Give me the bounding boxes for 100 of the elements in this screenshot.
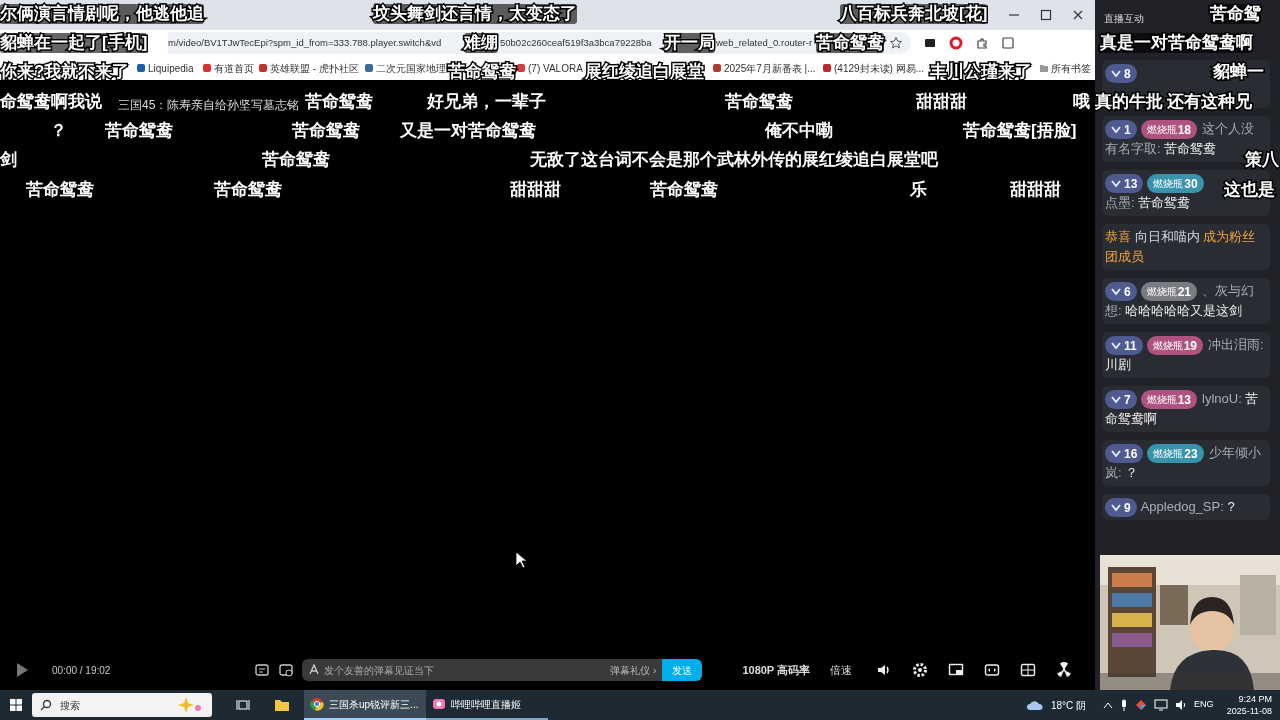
danmaku-comment: 苦命鸳鸯 (292, 121, 360, 141)
microphone-icon[interactable] (1120, 699, 1129, 711)
danmaku-comment: 苦命鸳鸯 (305, 92, 373, 112)
clock-date: 2025-11-08 (1226, 705, 1272, 717)
settings-icon[interactable] (912, 662, 929, 678)
network-icon[interactable] (1154, 699, 1169, 711)
picture-in-picture-icon[interactable] (948, 662, 965, 678)
windows-icon[interactable] (9, 698, 23, 712)
chevron-icon (1111, 503, 1121, 512)
medal-badge: 燃烧瓶23 (1147, 444, 1204, 464)
chat-username: 这个人没 (1202, 121, 1255, 136)
chat-username: 少年倾小 (1208, 445, 1261, 461)
danmaku-comment: 这也是 (1224, 180, 1275, 200)
search-placeholder: 搜索 (60, 698, 80, 713)
bookmark-link[interactable]: 2025年7月新番表 |... (724, 60, 816, 76)
widescreen-icon[interactable] (984, 662, 1001, 678)
chat-username: 、灰与幻 (1202, 283, 1255, 299)
bookmark-icon[interactable] (516, 63, 526, 73)
chat-text: 苦命鸳鸯 (1138, 195, 1191, 211)
taskbar-app[interactable]: 哔哩哔哩直播姬 (426, 690, 548, 720)
language-indicator[interactable]: ENG (1194, 698, 1214, 712)
chat-username: 冲出泪雨: (1208, 337, 1264, 353)
extension-icon[interactable] (923, 36, 937, 50)
fan-level-badge: 7 (1105, 390, 1137, 410)
fan-level-badge: 1 (1105, 120, 1137, 140)
danmaku-toggle-icon[interactable] (254, 662, 271, 678)
chat-text: 川剧 (1105, 357, 1131, 373)
danmaku-comment: 苦命鸳鸯[捂脸] (963, 121, 1077, 141)
chevron-icon (1111, 341, 1121, 350)
chat-text: 苦命鸳鸯 (1164, 141, 1217, 157)
star-icon[interactable] (889, 36, 903, 50)
bookmark-link[interactable]: (7) VALORA (528, 60, 583, 76)
danmaku-comment: 好兄弟，一辈子 (427, 92, 546, 112)
bookmark-link[interactable]: Liquipedia (148, 60, 194, 76)
bookmark-link[interactable]: 英雄联盟 - 虎扑社区 (270, 60, 359, 76)
danmaku-comment: 哦 真的牛批 还有这种兄 (1073, 92, 1253, 112)
notice-text: 恭喜 向日和喵内 成为粉丝团成员 (1105, 229, 1256, 265)
bookmark-link[interactable]: 有道首页 (214, 60, 254, 76)
bookmark-link[interactable]: (4129封未读) 网易... (834, 60, 925, 76)
medal-badge: 燃烧瓶19 (1146, 336, 1204, 356)
danmaku-comment: 甜甜甜 (916, 92, 967, 112)
danmaku-comment: 尔俩演言情剧呢，他逃他追 (0, 4, 204, 24)
app-icon (432, 697, 446, 711)
fan-level-badge: 16 (1105, 444, 1144, 464)
bookmark-link[interactable]: 所有书签 (1051, 60, 1091, 76)
folder-icon[interactable] (274, 698, 290, 712)
url-text: m/video/BV1TJwTecEpi?spm_id_from=333.788.player.switch&vd (168, 36, 442, 48)
quality-button[interactable]: 1080P 高码率 (742, 661, 811, 679)
chevron-up-icon[interactable] (1103, 701, 1114, 709)
danmaku-settings-icon[interactable] (278, 662, 295, 678)
fullscreen-icon[interactable] (1020, 662, 1037, 678)
url-text: 50b02c260ceaf519f3a3bca79228ba (500, 36, 652, 48)
fan-level-badge: 13 (1105, 174, 1144, 194)
taskbar-app[interactable]: 三国杀up锐评新三... (304, 690, 426, 720)
danmaku-comment: 又是一对苦命鸳鸯 (400, 121, 536, 141)
danmaku-input[interactable]: 发个友善的弹幕见证当下 弹幕礼仪 › (302, 659, 663, 681)
fan-level-badge: 6 (1105, 282, 1137, 302)
chevron-icon (1111, 69, 1121, 78)
fan-level-badge: 11 (1105, 336, 1143, 356)
danmaku-comment: 苦命鸳 (1210, 4, 1261, 24)
danmaku-comment: 苦命鸳鸯 (650, 180, 718, 200)
puzzle-icon[interactable] (975, 36, 989, 50)
play-icon[interactable] (14, 662, 30, 678)
chevron-icon (1111, 395, 1121, 404)
danmaku-comment: 貂蝉一 (1213, 62, 1264, 82)
danmaku-comment: 乐 (910, 180, 927, 200)
radiation-icon[interactable] (1056, 662, 1073, 678)
app-tray-icon[interactable] (1135, 699, 1148, 711)
text-style-icon[interactable] (308, 664, 321, 676)
danmaku-comment: 真是一对苦命鸳鸯啊 (1100, 33, 1253, 53)
danmaku-comment: 甜甜甜 (510, 180, 561, 200)
cloud-icon (1026, 699, 1044, 711)
fan-level-badge: 9 (1105, 498, 1137, 518)
search-field[interactable]: 搜索 (32, 693, 212, 717)
bookmark-icon[interactable] (136, 63, 146, 73)
medal-badge: 燃烧瓶30 (1147, 174, 1204, 194)
danmaku-comment: 剑 (0, 150, 17, 170)
chevron-icon (1111, 179, 1121, 188)
danmaku-comment: 开一局 (664, 33, 715, 53)
speaker-icon[interactable] (1175, 699, 1188, 711)
danmaku-comment: 无敌了这台词不会是那个武林外传的展红绫追白展堂吧 (530, 150, 938, 170)
search-icon (40, 699, 52, 711)
ring-icon[interactable] (949, 36, 963, 50)
clock-time: 9:24 PM (1238, 693, 1272, 705)
chat-username: lylnoU: (1202, 391, 1242, 407)
app-icon (310, 697, 324, 711)
speed-button[interactable]: 倍速 (830, 661, 853, 679)
chat-text: 哈哈哈哈哈又是这剑 (1125, 303, 1243, 319)
close-icon[interactable] (1071, 8, 1085, 22)
etiquette-link[interactable]: 弹幕礼仪 › (610, 662, 657, 678)
task-view-icon[interactable] (236, 698, 250, 712)
panel-title: 直播互动 (1104, 13, 1144, 24)
danmaku-comment: 命鸳鸯啊我说 (0, 92, 102, 112)
bookmark-icon[interactable] (712, 63, 722, 73)
danmaku-comment: 苦命鸳鸯 (725, 92, 793, 112)
bookmark-link[interactable]: 二次元国家地理 (376, 60, 446, 76)
maximize-icon[interactable] (1039, 8, 1053, 22)
danmaku-comment: 苦命鸳鸯 (26, 180, 94, 200)
danmaku-comment: 丰川公瑾来了 (930, 62, 1032, 82)
window-icon[interactable] (1001, 36, 1015, 50)
